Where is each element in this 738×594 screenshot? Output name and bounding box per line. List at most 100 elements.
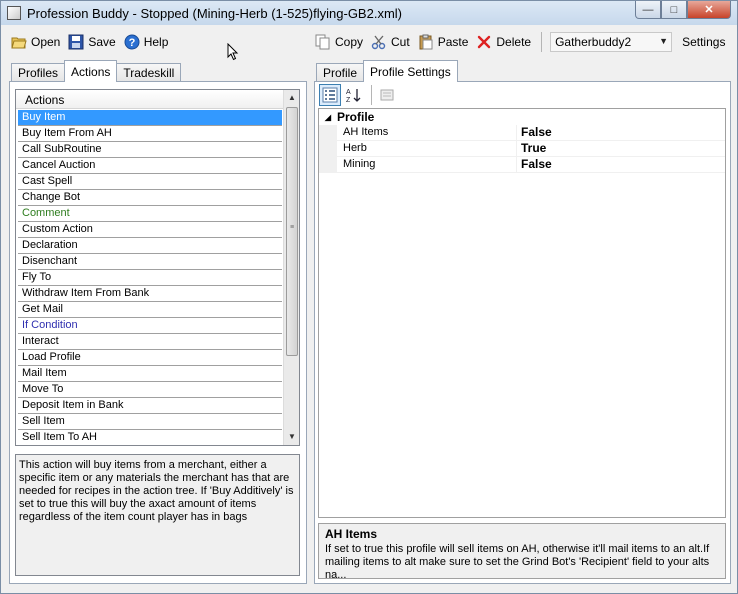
right-tab-strip: Profile Profile Settings [316, 60, 458, 82]
main-window: Profession Buddy - Stopped (Mining-Herb … [0, 0, 738, 594]
svg-text:Z: Z [346, 97, 351, 103]
grip-icon: ≡ [290, 224, 295, 231]
copy-button[interactable]: Copy [315, 34, 363, 50]
property-row[interactable]: Mining False [319, 157, 725, 173]
close-button[interactable]: ✕ [687, 1, 731, 19]
minimize-button[interactable]: — [635, 1, 661, 19]
action-description: This action will buy items from a mercha… [15, 454, 300, 576]
category-profile[interactable]: ◢ Profile [319, 109, 725, 125]
property-pages-button[interactable] [376, 84, 398, 106]
list-item[interactable]: Sell Item To AH [18, 430, 282, 445]
mouse-pointer-icon [227, 43, 239, 61]
list-item[interactable]: Comment [18, 206, 282, 222]
row-gutter [319, 157, 337, 172]
paste-label: Paste [437, 35, 469, 49]
property-name[interactable]: Herb [337, 141, 517, 156]
settings-button[interactable]: Settings [682, 35, 725, 49]
bot-select[interactable]: Gatherbuddy2 ▼ [550, 32, 673, 52]
property-row[interactable]: AH Items False [319, 125, 725, 141]
paste-button[interactable]: Paste [418, 34, 469, 50]
help-icon: ? [124, 34, 140, 50]
list-item[interactable]: Cast Spell [18, 174, 282, 190]
list-item[interactable]: Interact [18, 334, 282, 350]
open-button[interactable]: Open [11, 34, 60, 50]
help-button[interactable]: ? Help [124, 34, 169, 50]
title-bar[interactable]: Profession Buddy - Stopped (Mining-Herb … [1, 1, 737, 25]
pg-separator [371, 85, 372, 105]
collapse-triangle-icon[interactable]: ◢ [319, 113, 337, 122]
scroll-up-arrow-icon[interactable]: ▲ [284, 90, 299, 106]
folder-open-icon [11, 37, 27, 49]
delete-button[interactable]: Delete [476, 34, 531, 50]
scissors-icon [371, 35, 386, 50]
list-item[interactable]: Get Mail [18, 302, 282, 318]
property-grid[interactable]: ◢ Profile AH Items False Herb True Minin… [318, 108, 726, 518]
list-item[interactable]: Declaration [18, 238, 282, 254]
window-controls: — □ ✕ [635, 1, 731, 19]
property-value[interactable]: False [517, 157, 552, 172]
list-item[interactable]: Sell Item [18, 414, 282, 430]
tab-profiles[interactable]: Profiles [11, 63, 66, 82]
list-item[interactable]: If Condition [18, 318, 282, 334]
list-item[interactable]: Mail Item [18, 366, 282, 382]
list-item[interactable]: Deposit Item in Bank [18, 398, 282, 414]
svg-text:?: ? [128, 37, 135, 49]
copy-label: Copy [335, 35, 364, 49]
list-item[interactable]: Custom Action [18, 222, 282, 238]
property-grid-toolbar: AZ [319, 83, 400, 107]
help-label: Help [143, 35, 169, 49]
open-label: Open [31, 35, 61, 49]
svg-text:A: A [346, 89, 351, 96]
bot-select-value: Gatherbuddy2 [555, 35, 632, 49]
property-name[interactable]: AH Items [337, 125, 517, 140]
list-item[interactable]: Call SubRoutine [18, 142, 282, 158]
list-item[interactable]: Withdraw Item From Bank [18, 286, 282, 302]
list-item[interactable]: Fly To [18, 270, 282, 286]
actions-scrollbar[interactable]: ▲ ≡ ▼ [283, 90, 299, 445]
scrollbar-thumb[interactable]: ≡ [286, 107, 298, 356]
scroll-down-arrow-icon[interactable]: ▼ [284, 429, 299, 445]
property-pages-icon [380, 89, 394, 101]
window-title: Profession Buddy - Stopped (Mining-Herb … [27, 5, 402, 21]
help-description: If set to true this profile will sell it… [325, 543, 710, 581]
list-item[interactable]: Buy Item [18, 110, 282, 126]
alphabetical-button[interactable]: AZ [343, 84, 365, 106]
actions-items: Buy Item Buy Item From AH Call SubRoutin… [16, 110, 284, 445]
maximize-icon: □ [670, 3, 678, 16]
tab-profile-settings[interactable]: Profile Settings [363, 60, 458, 82]
toolbar-separator [541, 32, 543, 52]
row-gutter [319, 125, 337, 140]
list-item[interactable]: Cancel Auction [18, 158, 282, 174]
left-tab-strip: Profiles Actions Tradeskill [11, 60, 182, 82]
list-item[interactable]: Change Bot [18, 190, 282, 206]
save-button[interactable]: Save [68, 34, 116, 50]
list-item[interactable]: Move To [18, 382, 282, 398]
actions-column-header[interactable]: Actions [16, 90, 299, 109]
close-icon: ✕ [704, 4, 714, 16]
list-item[interactable]: Disenchant [18, 254, 282, 270]
property-name[interactable]: Mining [337, 157, 517, 172]
maximize-button[interactable]: □ [661, 1, 687, 19]
chevron-down-icon: ▼ [659, 36, 669, 46]
list-item[interactable]: Load Profile [18, 350, 282, 366]
delete-label: Delete [496, 35, 532, 49]
tab-actions[interactable]: Actions [64, 60, 118, 82]
categorized-button[interactable] [319, 84, 341, 106]
property-value[interactable]: True [517, 141, 546, 156]
cut-label: Cut [391, 35, 410, 49]
sort-az-icon: AZ [346, 89, 361, 103]
list-item[interactable]: Buy Item From AH [18, 126, 282, 142]
row-gutter [319, 141, 337, 156]
categorized-icon [322, 87, 338, 103]
save-label: Save [88, 35, 116, 49]
app-icon [7, 6, 21, 20]
actions-listbox[interactable]: Actions Buy Item Buy Item From AH Call S… [15, 89, 300, 446]
property-row[interactable]: Herb True [319, 141, 725, 157]
tab-tradeskill[interactable]: Tradeskill [116, 63, 182, 82]
category-label: Profile [337, 110, 375, 124]
tab-profile[interactable]: Profile [316, 63, 365, 82]
cut-button[interactable]: Cut [371, 34, 410, 50]
property-value[interactable]: False [517, 125, 552, 140]
edit-toolbar: Copy Cut Paste Delete Gatherbuddy2 ▼ Set… [315, 31, 733, 53]
copy-icon [315, 34, 330, 50]
